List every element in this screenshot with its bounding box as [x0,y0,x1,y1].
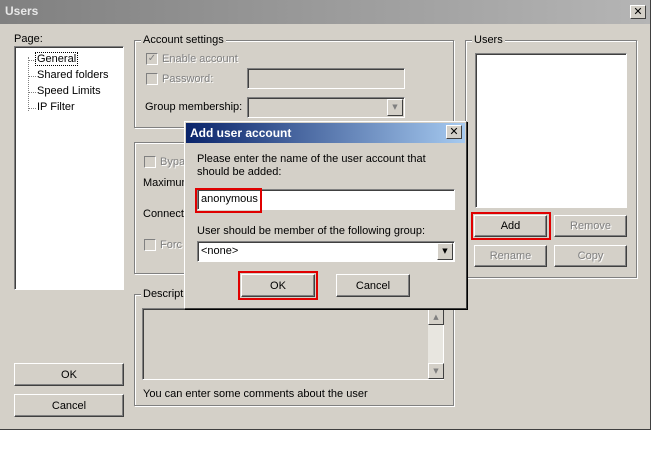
tree-item-general[interactable]: General [34,52,79,66]
chevron-down-icon[interactable]: ▼ [437,243,453,260]
cancel-button[interactable]: Cancel [14,394,124,417]
highlight-add-button [471,212,551,240]
account-settings-label: Account settings [141,34,226,46]
add-user-dialog: Add user account ✕ Please enter the name… [184,121,467,309]
page-tree[interactable]: General Shared folders Speed Limits IP F… [14,46,124,290]
tree-item-ip-filter[interactable]: IP Filter [37,101,75,113]
group-membership-label: Group membership: [145,101,243,113]
password-field[interactable] [247,68,405,89]
users-label: Users [472,34,505,46]
dialog-title-bar[interactable]: Add user account ✕ [186,123,465,143]
group-membership-select[interactable]: ▼ [247,97,405,118]
description-hint: You can enter some comments about the us… [143,388,368,400]
bypass-checkbox[interactable] [144,156,156,168]
dialog-prompt: Please enter the name of the user accoun… [197,153,426,178]
tree-connector [28,57,29,111]
users-list[interactable] [475,53,627,208]
bypass-label: Bypa [160,156,186,168]
page-label: Page: [14,33,43,45]
scroll-up-icon[interactable]: ▲ [428,309,444,325]
tree-item-shared-folders[interactable]: Shared folders [37,69,109,81]
scroll-down-icon[interactable]: ▼ [428,363,444,379]
enable-account-checkbox[interactable]: ✓ [146,53,158,65]
force-checkbox[interactable] [144,239,156,251]
rename-user-button[interactable]: Rename [474,245,547,267]
group-prompt: User should be member of the following g… [197,225,426,237]
dialog-title: Add user account [190,126,292,140]
description-label: Descripti [141,288,188,300]
title-bar[interactable]: Users ✕ [0,0,650,24]
force-label: Forc [160,239,182,251]
close-icon[interactable]: ✕ [630,5,646,19]
users-window: Users ✕ Page: General Shared folders Spe… [0,0,651,430]
group-select[interactable]: <none> ▼ [197,241,455,262]
remove-user-button[interactable]: Remove [554,215,627,237]
highlight-ok-button [238,271,318,300]
ok-button[interactable]: OK [14,363,124,386]
description-textarea[interactable]: ▲ ▼ [142,308,444,380]
password-label: Password: [162,73,214,85]
highlight-name-input [195,188,262,213]
window-title: Users [5,4,39,18]
dialog-close-icon[interactable]: ✕ [446,125,462,139]
password-checkbox[interactable] [146,73,158,85]
copy-user-button[interactable]: Copy [554,245,627,267]
enable-account-label: Enable account [162,53,238,65]
group-select-value: <none> [201,245,239,257]
description-scrollbar[interactable]: ▲ ▼ [427,309,444,379]
connect-label: Connect [143,208,184,220]
tree-item-speed-limits[interactable]: Speed Limits [37,85,101,97]
dialog-cancel-button[interactable]: Cancel [336,274,410,297]
chevron-down-icon[interactable]: ▼ [387,99,403,116]
